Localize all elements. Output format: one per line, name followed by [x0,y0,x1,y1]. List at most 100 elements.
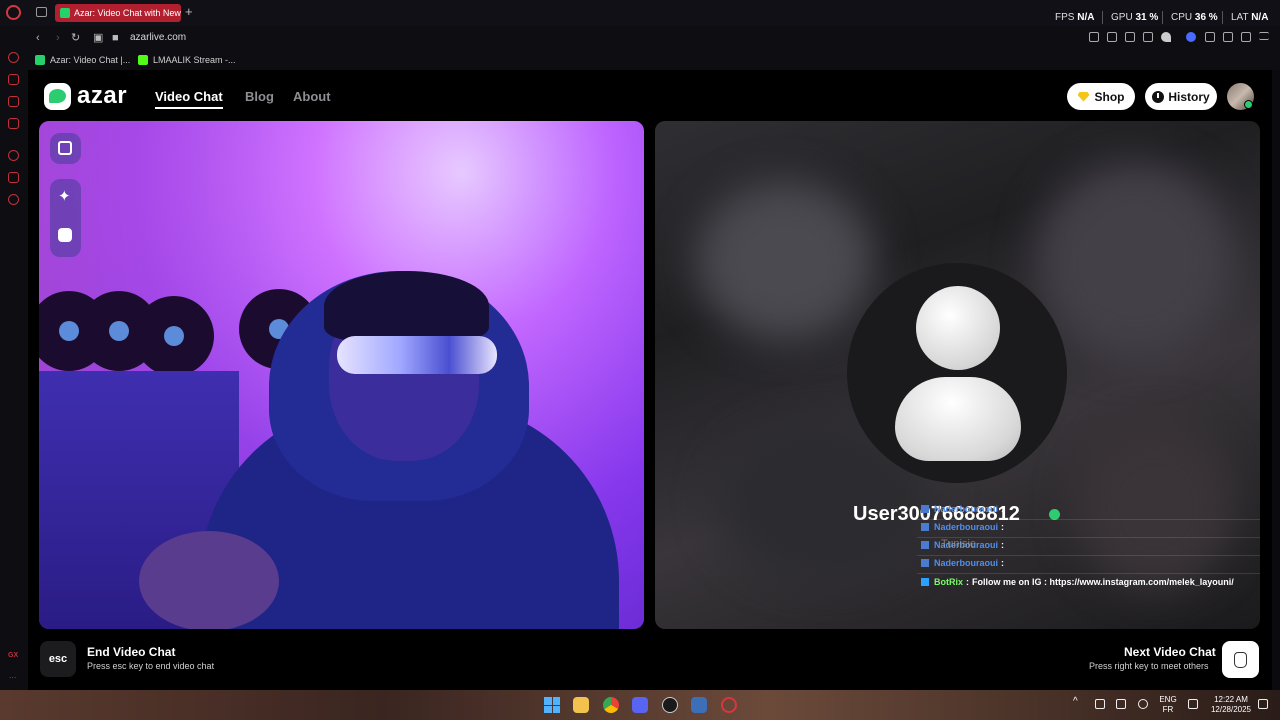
gx-corner-icon[interactable] [8,74,19,85]
clock-date: 12/28/2025 [1210,705,1252,714]
opera-gx-icon[interactable] [721,697,737,713]
lat-value: N/A [1251,12,1269,23]
chat-message: BotRix : Follow me on IG : https://www.i… [921,577,1234,587]
shop-label: Shop [1094,89,1125,104]
azar-logo-text[interactable]: azar [77,82,127,110]
azar-logo-icon[interactable] [44,83,71,110]
windows-start-icon[interactable] [544,697,560,713]
network-icon[interactable] [1095,699,1105,709]
twitch-icon[interactable] [8,96,19,107]
chat-message: Naderbouraoui : [921,504,1004,514]
sparkle-icon[interactable]: ✦ [58,189,71,204]
person-hair [324,271,489,341]
bookmark-label: Azar: Video Chat |... [50,55,131,65]
vinyl-record [134,296,214,376]
bookmark-azar[interactable]: Azar: Video Chat |... [35,55,130,65]
new-tab-button[interactable]: + [185,4,193,19]
fps-value: N/A [1077,12,1095,23]
opera-logo-icon[interactable] [6,5,21,20]
back-arrow-icon[interactable]: ‹ [36,32,40,44]
next-chat-hint: Press right key to meet others [1089,661,1209,671]
clock-time: 12:22 AM [1214,695,1248,704]
file-explorer-icon[interactable] [573,697,589,713]
chat-author: BotRix [934,577,963,587]
extensions-icon[interactable] [8,172,19,183]
gx-label[interactable]: GX [8,652,18,659]
online-status-dot [1244,100,1253,109]
next-chat-button[interactable] [1222,641,1259,678]
volume-icon[interactable] [1116,699,1126,709]
tab-switcher-icon[interactable] [36,7,47,17]
chat-divider [917,573,1260,574]
kick-icon [921,541,929,549]
blur-shape [1075,421,1235,591]
bookmark-kick[interactable]: LMAALIK Stream -... [138,55,236,65]
chat-separator: : [1001,504,1005,514]
nav-blog[interactable]: Blog [245,89,274,104]
settings-gear-icon[interactable] [8,194,19,205]
notification-icon[interactable] [1258,699,1268,709]
camera-icon[interactable]: ▣ [93,32,103,44]
history-button[interactable]: History [1145,83,1217,110]
expand-button[interactable] [50,133,81,164]
tray-overflow-chevron-icon[interactable]: ^ [1073,697,1078,707]
chat-separator: : [1001,522,1005,532]
gpu-value: 31 % [1135,12,1159,23]
chat-separator: : [1001,540,1005,550]
history-icon[interactable] [8,150,19,161]
effects-toolbar: ✦ [50,179,81,257]
history-label: History [1168,89,1210,104]
download-icon[interactable] [1241,32,1251,42]
nav-video-chat[interactable]: Video Chat [155,89,223,104]
browser-tab-active[interactable]: Azar: Video Chat with New [55,4,181,22]
blur-shape [695,181,875,341]
settings-app-icon[interactable] [691,697,707,713]
face-filter-icon[interactable] [58,228,72,242]
fps-readout: FPS N/A [1055,12,1094,23]
sidebar-more-icon[interactable]: ... [9,670,17,680]
messenger-icon[interactable] [8,118,19,129]
chat-separator: : [966,577,969,587]
bookmark-label: LMAALIK Stream -... [153,55,236,65]
pin-icon[interactable] [1089,32,1099,42]
wallet-icon[interactable] [1223,32,1233,42]
lock-icon[interactable]: ■ [112,32,119,44]
snapshot-icon[interactable] [1107,32,1117,42]
forward-arrow-icon[interactable]: › [56,32,60,44]
obs-icon[interactable] [662,697,678,713]
vpn-icon[interactable] [1186,32,1196,42]
chat-author: Naderbouraoui [934,504,999,514]
chat-message: Naderbouraoui : [921,558,1004,568]
shop-button[interactable]: Shop [1067,83,1135,110]
clock[interactable]: 12:22 AM 12/28/2025 [1206,695,1256,715]
extensions-icon[interactable] [1205,32,1215,42]
lat-label: LAT [1231,12,1249,23]
kick-icon [921,505,929,513]
chrome-icon[interactable] [603,697,619,713]
azar-favicon-icon [60,8,70,18]
clock-icon [1152,90,1165,103]
language-indicator[interactable]: ENG FR [1157,695,1179,715]
heart-icon[interactable] [1161,32,1171,42]
language-secondary: FR [1162,705,1174,714]
shield-icon[interactable] [1125,32,1135,42]
kick-icon [921,559,929,567]
lat-readout: LAT N/A [1231,12,1268,23]
end-chat-esc-button[interactable]: esc [40,641,76,677]
gpu-label: GPU [1111,12,1133,23]
nav-about[interactable]: About [293,89,331,104]
menu-icon[interactable] [1259,32,1269,40]
display-icon[interactable] [1188,699,1198,709]
discord-icon[interactable] [632,697,648,713]
player-icon[interactable] [1143,32,1153,42]
hud-divider [1222,11,1223,24]
aria-icon[interactable] [8,52,19,63]
expand-icon [58,141,72,155]
azar-favicon-icon [35,55,45,65]
sunglasses [337,336,497,374]
blur-shape [1035,161,1235,361]
chat-separator: : [1001,558,1005,568]
microphone-icon[interactable] [1138,699,1148,709]
url-field[interactable]: azarlive.com [130,32,186,43]
reload-icon[interactable]: ↻ [71,32,80,44]
